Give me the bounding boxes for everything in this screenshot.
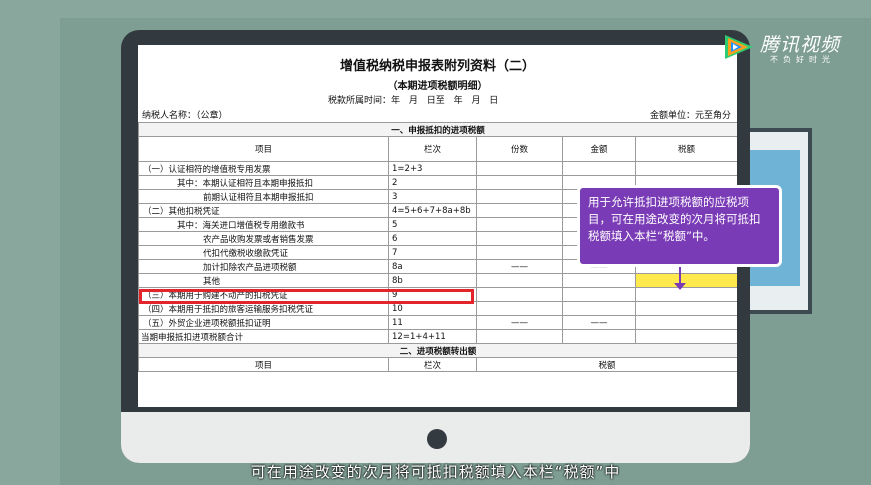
section-two-header-code: 栏次	[388, 357, 477, 372]
row-item: 其中：海关进口增值税专用缴款书	[138, 217, 389, 232]
section-two-title: 二、进项税额转出额	[138, 343, 737, 358]
row-item: 其他	[138, 273, 389, 288]
row-item: （一）认证相符的增值税专用发票	[138, 161, 389, 176]
brand-slogan: 不负好时光	[770, 55, 835, 64]
row-count[interactable]	[476, 217, 563, 232]
explanation-callout: 用于允许抵扣进项税额的应税项目，可在用途改变的次月将可抵扣税额填入本栏“税额”中…	[577, 185, 782, 267]
table-row: （一）认证相符的增值税专用发票 1=2+3	[138, 161, 737, 176]
section-two-header-item: 项目	[138, 357, 389, 372]
document-subtitle: （本期进项税额明细）	[387, 81, 488, 92]
row-item: 当期申报抵扣进项税额合计	[138, 329, 389, 344]
callout-arrow-line	[679, 267, 681, 284]
row-item: （二）其他扣税凭证	[138, 203, 389, 218]
section-two-header-tax: 税额	[475, 357, 737, 372]
row-tax[interactable]	[634, 161, 737, 176]
row-tax[interactable]	[634, 301, 737, 316]
background-stripe-left	[0, 0, 60, 485]
section-one-title: 一、申报抵扣的进项税额	[138, 122, 737, 137]
column-header-code: 栏次	[388, 136, 477, 162]
row-item: 代扣代缴税收缴款凭证	[138, 245, 389, 260]
table-row: （五）外贸企业进项税额抵扣证明 11 —— ——	[138, 315, 737, 330]
table-row-other: 其他 8b	[138, 273, 737, 288]
row-code: 7	[388, 245, 477, 260]
row-code: 3	[388, 189, 477, 204]
column-header-count: 份数	[476, 136, 563, 162]
video-caption: 可在用途改变的次月将可抵扣税额填入本栏“税额”中	[250, 463, 621, 481]
play-icon	[725, 35, 753, 59]
row-amount[interactable]	[562, 301, 636, 316]
row-count[interactable]	[476, 273, 563, 288]
background-stripe-top	[0, 0, 871, 18]
other-row-highlight-box	[139, 289, 474, 304]
row-count: ——	[476, 315, 563, 330]
row-code: 11	[388, 315, 477, 330]
row-amount: ——	[562, 315, 636, 330]
row-count[interactable]	[476, 329, 563, 344]
row-code: 8b	[388, 273, 477, 288]
row-code: 1=2+3	[388, 161, 477, 176]
row-count[interactable]	[476, 287, 563, 302]
row-code: 12=1+4+11	[388, 329, 477, 344]
tax-period-label: 税款所属时间：年 月 日至 年 月 日	[328, 96, 499, 106]
row-item: 前期认证相符且本期申报抵扣	[138, 189, 389, 204]
row-amount[interactable]	[562, 161, 636, 176]
row-amount[interactable]	[562, 287, 636, 302]
table-row-total: 当期申报抵扣进项税额合计 12=1+4+11	[138, 329, 737, 344]
row-item: 加计扣除农产品进项税额	[138, 259, 389, 274]
column-header-tax: 税额	[634, 136, 737, 162]
row-item: 其中：本期认证相符且本期申报抵扣	[138, 175, 389, 190]
column-header-amount: 金额	[562, 136, 636, 162]
row-tax[interactable]	[634, 287, 737, 302]
row-count[interactable]	[476, 189, 563, 204]
row-code: 4=5+6+7+8a+8b	[388, 203, 477, 218]
monitor-button-icon	[427, 429, 447, 449]
row-code: 8a	[388, 259, 477, 274]
row-count[interactable]	[476, 231, 563, 246]
amount-unit-label: 金额单位：元至角分	[649, 111, 731, 121]
row-tax[interactable]	[634, 329, 737, 344]
row-amount[interactable]	[562, 329, 636, 344]
row-code: 2	[388, 175, 477, 190]
document-title: 增值税纳税申报表附列资料（二）	[339, 59, 535, 74]
taxpayer-name-label: 纳税人名称：（公章）	[142, 111, 228, 121]
row-count[interactable]	[476, 161, 563, 176]
row-count[interactable]	[476, 175, 563, 190]
row-count[interactable]	[476, 245, 563, 260]
brand-name: 腾讯视频	[760, 34, 841, 56]
row-amount[interactable]	[562, 273, 636, 288]
row-tax[interactable]	[634, 315, 737, 330]
row-tax-highlighted[interactable]	[634, 273, 737, 288]
row-count[interactable]	[476, 203, 563, 218]
tencent-video-logo: 腾讯视频 不负好时光	[722, 32, 862, 64]
row-code: 6	[388, 231, 477, 246]
row-item: （五）外贸企业进项税额抵扣证明	[138, 315, 389, 330]
row-item: 农产品收购发票或者销售发票	[138, 231, 389, 246]
arrow-down-icon	[674, 283, 686, 290]
row-code: 5	[388, 217, 477, 232]
row-count[interactable]	[476, 301, 563, 316]
column-header-item: 项目	[138, 136, 389, 162]
row-count: ——	[476, 259, 563, 274]
